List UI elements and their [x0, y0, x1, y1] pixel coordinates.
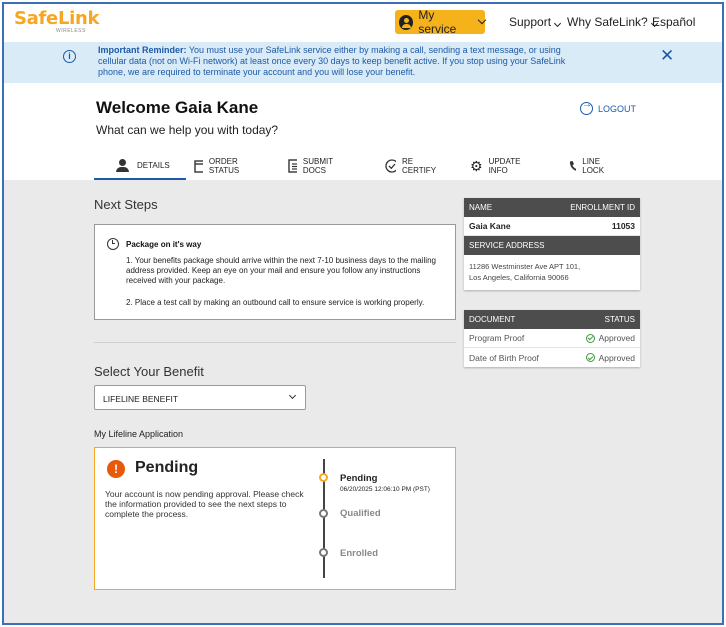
benefit-select-value: LIFELINE BENEFIT: [103, 394, 179, 404]
logout-icon: [580, 99, 593, 115]
document-name: Date of Birth Proof: [469, 352, 539, 363]
timeline-dot-qualified: [319, 509, 328, 518]
documents-header-row: DOCUMENT STATUS: [464, 310, 640, 329]
next-steps-heading: Next Steps: [94, 197, 158, 212]
application-status-card: ! Pending Your account is now pending ap…: [94, 447, 456, 590]
chevron-down-icon: [553, 19, 562, 28]
section-divider: [94, 342, 456, 343]
document-name: Program Proof: [469, 333, 525, 343]
status-title: Pending: [135, 459, 199, 476]
top-header: SafeLink WIRELESS My service Support Why…: [4, 4, 722, 42]
tab-update-info[interactable]: ⚙ UPDATE INFO: [470, 152, 520, 180]
safelink-logo[interactable]: SafeLink WIRELESS: [14, 8, 100, 34]
tab-submit-docs[interactable]: SUBMIT DOCS: [288, 152, 338, 180]
account-row: Gaia Kane 11053: [464, 217, 640, 236]
user-icon: [116, 158, 129, 172]
logout-label: LOGOUT: [598, 103, 637, 114]
timeline-dot-enrolled: [319, 548, 328, 557]
tab-line-lock[interactable]: LINE LOCK: [568, 152, 609, 180]
tab-details-label: DETAILS: [137, 160, 170, 170]
clock-icon: [107, 238, 119, 250]
tab-submit-docs-label: SUBMIT DOCS: [302, 157, 333, 175]
account-circle-icon: [399, 14, 414, 30]
check-circle-icon: [585, 333, 595, 343]
timeline-date-pending: 06/20/2025 12:06:10 PM (PST): [340, 486, 430, 493]
timeline-label-enrolled: Enrolled: [340, 548, 379, 559]
tab-details[interactable]: DETAILS: [94, 152, 186, 180]
status-header: STATUS: [604, 315, 635, 324]
check-circle-icon: [585, 353, 595, 362]
service-address: 11286 Westminster Ave APT 101, Los Angel…: [464, 255, 640, 290]
tab-line-lock-label: LINE LOCK: [582, 157, 605, 175]
documents-panel: DOCUMENT STATUS Program Proof Approved D…: [464, 310, 640, 367]
tab-order-status[interactable]: ORDER STATUS: [194, 152, 245, 180]
step-2-text: 2. Place a test call by making an outbou…: [126, 298, 425, 307]
tab-order-status-label: ORDER STATUS: [208, 157, 240, 175]
package-title: Package on it's way: [126, 240, 202, 249]
reminder-text: Important Reminder: You must use your Sa…: [98, 45, 590, 78]
nav-support-label: Support: [509, 15, 552, 29]
chevron-down-icon: [477, 15, 487, 25]
app-frame: SafeLink WIRELESS My service Support Why…: [2, 2, 724, 625]
document-header: DOCUMENT: [469, 315, 516, 324]
chevron-down-icon: [288, 391, 297, 400]
close-icon[interactable]: ✕: [660, 46, 674, 66]
document-row: Date of Birth Proof Approved: [464, 348, 640, 367]
logo-text: SafeLink: [14, 8, 100, 29]
nav-espanol[interactable]: Español: [652, 15, 695, 29]
check-circle-icon: [385, 159, 396, 173]
nav-why-safelink-label: Why SafeLink?: [567, 15, 648, 29]
gear-icon: ⚙: [470, 157, 483, 174]
account-name: Gaia Kane: [469, 221, 511, 231]
status-description: Your account is now pending approval. Pl…: [105, 489, 304, 519]
address-line-2: Los Angeles, California 90066: [469, 273, 569, 282]
enrollment-header: ENROLLMENT ID: [570, 203, 635, 212]
logo-subtext: WIRELESS: [56, 28, 86, 34]
tab-re-certify[interactable]: RE CERTIFY: [385, 152, 439, 180]
service-address-header-row: SERVICE ADDRESS: [464, 236, 640, 255]
account-info-panel: NAME ENROLLMENT ID Gaia Kane 11053 SERVI…: [464, 198, 640, 290]
document-status: Approved: [585, 333, 635, 343]
timeline-label-pending: Pending: [340, 473, 378, 484]
next-steps-card: Package on it's way 1. Your benefits pac…: [94, 224, 456, 320]
select-benefit-heading: Select Your Benefit: [94, 364, 204, 379]
nav-why-safelink[interactable]: Why SafeLink?: [567, 15, 658, 29]
info-icon: i: [63, 50, 76, 63]
account-header-row: NAME ENROLLMENT ID: [464, 198, 640, 217]
reminder-banner: i Important Reminder: You must use your …: [4, 42, 722, 83]
tab-update-info-label: UPDATE INFO: [488, 157, 521, 175]
phone-icon: [569, 160, 577, 171]
logout-button[interactable]: LOGOUT: [580, 99, 637, 115]
alert-icon: !: [107, 460, 125, 478]
reminder-title: Important Reminder:: [98, 45, 187, 55]
document-icon: [288, 159, 297, 173]
service-address-header: SERVICE ADDRESS: [469, 241, 545, 250]
address-line-1: 11286 Westminster Ave APT 101,: [469, 262, 581, 271]
document-status-label: Approved: [598, 333, 635, 343]
browser-window-icon: [194, 159, 203, 173]
tab-re-certify-label: RE CERTIFY: [401, 157, 437, 175]
name-header: NAME: [469, 203, 493, 212]
application-heading: My Lifeline Application: [94, 429, 184, 439]
step-1-text: 1. Your benefits package should arrive w…: [126, 256, 436, 285]
benefit-select[interactable]: LIFELINE BENEFIT: [94, 385, 306, 410]
details-content: Next Steps Package on it's way 1. Your b…: [4, 180, 722, 623]
timeline-label-qualified: Qualified: [340, 508, 381, 519]
enrollment-id: 11053: [611, 221, 635, 231]
timeline-dot-pending: [319, 473, 328, 482]
document-status: Approved: [585, 352, 635, 363]
page-title: Welcome Gaia Kane: [96, 98, 259, 117]
document-status-label: Approved: [598, 352, 635, 363]
my-service-button[interactable]: My service: [395, 8, 487, 36]
document-row: Program Proof Approved: [464, 329, 640, 348]
my-service-label: My service: [418, 8, 457, 36]
nav-support[interactable]: Support: [509, 15, 562, 29]
page-subtitle: What can we help you with today?: [96, 123, 279, 137]
